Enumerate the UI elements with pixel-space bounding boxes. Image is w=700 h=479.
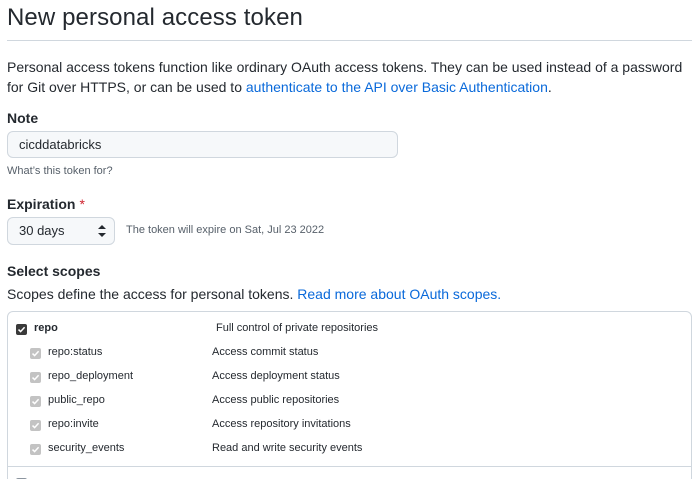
check-icon [31,422,40,429]
check-icon [31,374,40,381]
expiration-label-text: Expiration [7,196,76,212]
scope-desc-repo-invite: Access repository invitations [212,418,351,430]
check-icon [31,350,40,357]
expiration-select[interactable]: 30 days [7,217,115,245]
scope-name-repo-invite: repo:invite [48,418,99,430]
scopes-label: Select scopes [7,263,101,279]
intro-end: . [547,79,552,95]
repo-deployment-checkbox[interactable] [30,372,41,383]
expiration-selected-value: 30 days [19,223,65,238]
expiration-label: Expiration * [7,196,85,212]
scope-desc-repo: Full control of private repositories [216,322,379,334]
basic-auth-link[interactable]: authenticate to the API over Basic Authe… [246,79,548,95]
select-arrows-icon [98,225,106,237]
scope-row-repo-deployment: repo_deployment Access deployment status [8,369,691,391]
security-events-checkbox[interactable] [30,444,41,455]
oauth-scopes-link[interactable]: Read more about OAuth scopes. [297,286,501,302]
note-label: Note [7,110,39,126]
check-icon [31,446,40,453]
scope-row-repo-invite: repo:invite Access repository invitation… [8,417,691,439]
scope-row-repo: repo Full control of private repositorie… [8,321,691,343]
scope-row-public-repo: public_repo Access public repositories [8,393,691,415]
scope-row-next-partial [8,475,691,479]
scope-name-repo: repo [34,322,58,334]
public-repo-checkbox[interactable] [30,396,41,407]
scope-row-repo-status: repo:status Access commit status [8,345,691,367]
repo-checkbox[interactable] [16,324,27,335]
scope-name-public-repo: public_repo [48,394,105,406]
check-icon [31,398,40,405]
scope-group-divider [8,466,691,467]
scope-name-security-events: security_events [48,442,125,454]
page: New personal access token Personal acces… [0,0,700,479]
title-divider [7,40,692,41]
scopes-description-text: Scopes define the access for personal to… [7,286,298,302]
scopes-list: repo Full control of private repositorie… [7,311,692,479]
note-input[interactable] [7,131,398,158]
scope-desc-security-events: Read and write security events [212,442,363,454]
expiration-message: The token will expire on Sat, Jul 23 202… [126,224,325,236]
scope-name-repo-status: repo:status [48,346,103,358]
repo-invite-checkbox[interactable] [30,420,41,431]
required-mark: * [79,196,85,212]
scope-row-security-events: security_events Read and write security … [8,441,691,463]
check-icon [17,326,26,333]
scope-desc-repo-status: Access commit status [212,346,319,358]
scope-name-repo-deployment: repo_deployment [48,370,134,382]
scope-desc-public-repo: Access public repositories [212,394,340,406]
intro-paragraph: Personal access tokens function like ord… [7,57,687,97]
note-hint: What’s this token for? [7,165,113,177]
scopes-description: Scopes define the access for personal to… [7,286,501,302]
scope-desc-repo-deployment: Access deployment status [212,370,340,382]
page-title: New personal access token [7,4,303,31]
repo-status-checkbox[interactable] [30,348,41,359]
